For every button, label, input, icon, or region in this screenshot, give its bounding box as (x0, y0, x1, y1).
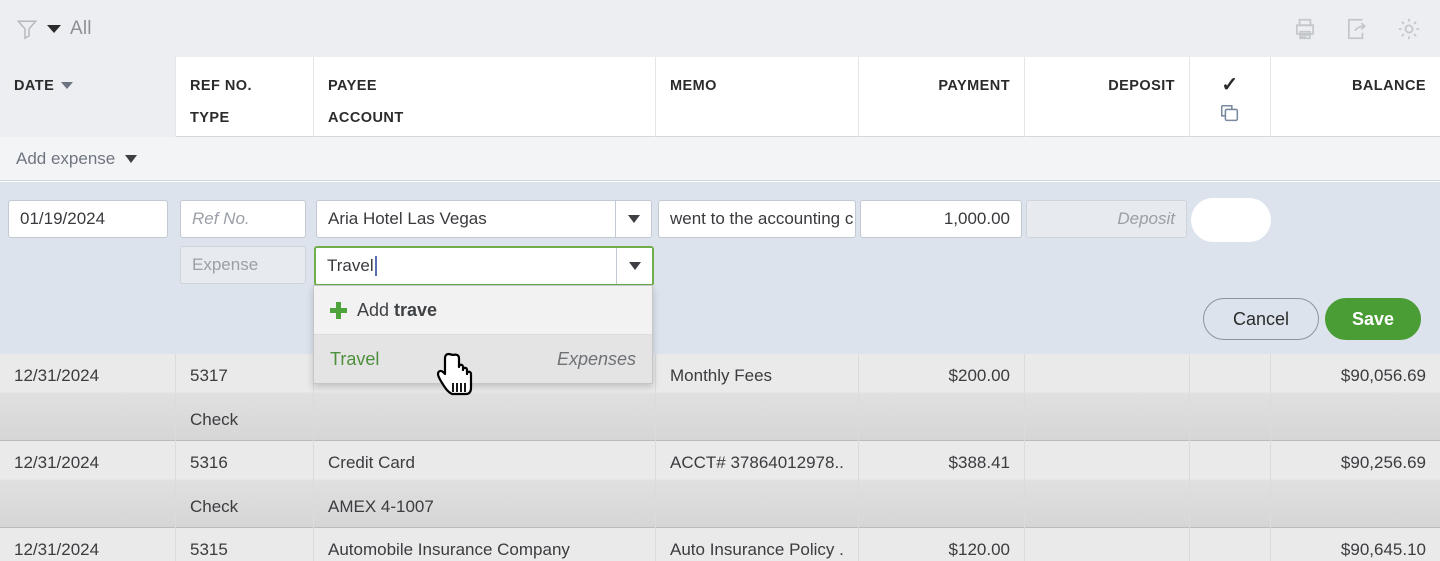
cell-deposit (1024, 528, 1189, 561)
sort-caret-down-icon[interactable] (61, 82, 73, 89)
pointing-hand-cursor (436, 352, 476, 398)
add-expense-label: Add expense (16, 149, 115, 169)
table-row[interactable]: 12/31/2024 5317 Check Maintenance/Janito… (0, 354, 1440, 441)
cell-balance: $90,256.69 (1270, 441, 1440, 528)
filter-control[interactable]: All (0, 18, 92, 40)
cell-date: 12/31/2024 (0, 354, 175, 441)
cell-balance: $90,056.69 (1270, 354, 1440, 441)
column-header-payment[interactable]: PAYMENT (858, 57, 1024, 137)
column-header-deposit-label: DEPOSIT (1039, 70, 1175, 102)
date-input[interactable]: 01/19/2024 (8, 200, 168, 238)
cleared-status-pill[interactable] (1191, 198, 1271, 242)
column-header-type-label: TYPE (190, 102, 299, 134)
filter-caret-down-icon[interactable] (47, 25, 61, 33)
table-row[interactable]: 12/31/2024 5316 Check Credit Card AMEX 4… (0, 441, 1440, 528)
column-header-payee[interactable]: PAYEE ACCOUNT (313, 57, 655, 137)
cell-ref: 5317 Check (175, 354, 313, 441)
cancel-button[interactable]: Cancel (1203, 298, 1319, 340)
account-combobox[interactable]: Travel (314, 246, 654, 286)
cell-payee: Automobile Insurance Company (313, 528, 655, 561)
filter-toolbar: All (0, 0, 1440, 57)
column-header-memo-label: MEMO (670, 70, 844, 102)
column-header-account-label: ACCOUNT (328, 102, 641, 134)
column-header-cleared[interactable]: ✓ (1189, 57, 1270, 137)
cell-cleared[interactable] (1189, 528, 1270, 561)
save-button[interactable]: Save (1325, 298, 1421, 340)
text-cursor (375, 256, 377, 276)
payee-value: Aria Hotel Las Vegas (328, 209, 487, 229)
transaction-edit-row: 01/19/2024 Ref No. Aria Hotel Las Vegas … (0, 182, 1440, 354)
dropdown-add-new-option[interactable]: Add trave (314, 286, 652, 335)
cell-cleared[interactable] (1189, 354, 1270, 441)
cell-cleared[interactable] (1189, 441, 1270, 528)
account-caret-down-icon[interactable] (616, 248, 652, 284)
cell-ref: 5315 (175, 528, 313, 561)
cell-payment: $120.00 (858, 528, 1024, 561)
cell-payment: $200.00 (858, 354, 1024, 441)
memo-input[interactable]: went to the accounting c (658, 200, 856, 238)
column-header-balance[interactable]: BALANCE (1270, 57, 1440, 137)
cell-memo: Auto Insurance Policy ... (655, 528, 858, 561)
filter-all-label[interactable]: All (70, 18, 92, 40)
export-icon[interactable] (1344, 16, 1370, 42)
toolbar-icon-group (1292, 16, 1440, 42)
cell-memo: Monthly Fees (655, 354, 858, 441)
account-suggestion-dropdown: Add trave Travel Expenses (313, 285, 653, 384)
column-header-ref[interactable]: REF NO. TYPE (175, 57, 313, 137)
register-page: All (0, 0, 1440, 561)
column-header-payment-label: PAYMENT (873, 70, 1010, 102)
table-row[interactable]: 12/31/2024 5315 Automobile Insurance Com… (0, 528, 1440, 561)
cell-payee: Credit Card AMEX 4-1007 (313, 441, 655, 528)
gear-icon[interactable] (1396, 16, 1422, 42)
transaction-grid: 12/31/2024 5317 Check Maintenance/Janito… (0, 354, 1440, 561)
column-header-payee-label: PAYEE (328, 70, 641, 102)
add-expense-caret-down-icon[interactable] (125, 155, 137, 163)
ref-no-input[interactable]: Ref No. (180, 200, 306, 238)
dropdown-add-term: trave (394, 300, 437, 320)
print-icon[interactable] (1292, 16, 1318, 42)
cell-memo: ACCT# 37864012978... (655, 441, 858, 528)
cell-deposit (1024, 441, 1189, 528)
plus-icon (330, 302, 347, 319)
payee-combobox[interactable]: Aria Hotel Las Vegas (316, 200, 652, 238)
account-value: Travel (327, 256, 374, 276)
dropdown-option-travel[interactable]: Travel Expenses (314, 335, 652, 383)
dropdown-add-prefix: Add (357, 300, 394, 320)
column-header-ref-label: REF NO. (190, 70, 299, 102)
funnel-icon[interactable] (16, 18, 38, 40)
column-header-balance-label: BALANCE (1285, 70, 1426, 102)
check-icon: ✓ (1221, 74, 1238, 96)
cell-ref: 5316 Check (175, 441, 313, 528)
cell-balance: $90,645.10 (1270, 528, 1440, 561)
column-header-memo[interactable]: MEMO (655, 57, 858, 137)
add-expense-bar[interactable]: Add expense (0, 137, 1440, 181)
column-header-date[interactable]: DATE (0, 57, 175, 137)
payment-input[interactable]: 1,000.00 (860, 200, 1022, 238)
column-header-date-label: DATE (14, 78, 54, 94)
cell-date: 12/31/2024 (0, 528, 175, 561)
dropdown-option-name: Travel (330, 349, 379, 370)
cell-payment: $388.41 (858, 441, 1024, 528)
dropdown-option-category: Expenses (557, 349, 636, 370)
column-header-deposit[interactable]: DEPOSIT (1024, 57, 1189, 137)
copy-icon[interactable] (1219, 103, 1241, 123)
transaction-type-field: Expense (180, 246, 306, 284)
cell-deposit (1024, 354, 1189, 441)
column-header-row: DATE REF NO. TYPE PAYEE ACCOUNT MEMO PAY… (0, 57, 1440, 137)
cell-date: 12/31/2024 (0, 441, 175, 528)
deposit-input[interactable]: Deposit (1026, 200, 1187, 238)
payee-caret-down-icon[interactable] (615, 201, 651, 237)
